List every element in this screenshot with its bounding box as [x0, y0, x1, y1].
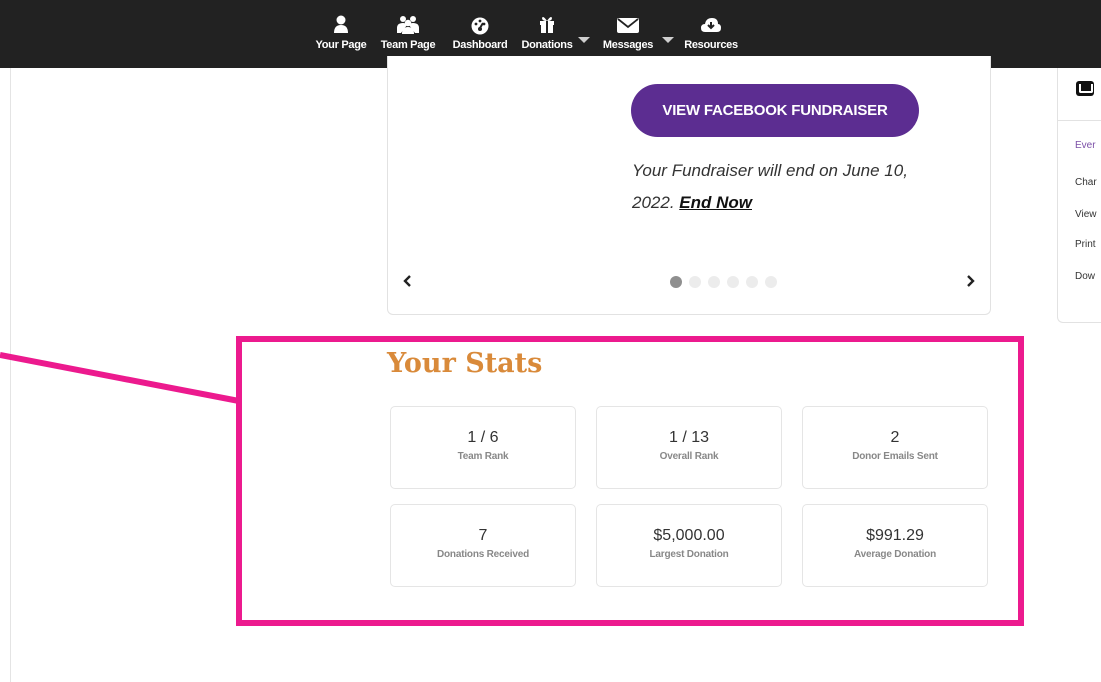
stat-label: Team Rank	[457, 451, 509, 462]
nav-your-page[interactable]: Your Page	[312, 14, 370, 62]
sidebar-link[interactable]: Print	[1075, 239, 1096, 250]
page: Your Page Team Page Dashboard Donations …	[0, 0, 1101, 682]
chevron-left-icon	[403, 275, 411, 287]
sidebar-link[interactable]: Char	[1075, 177, 1097, 188]
nav-donations[interactable]: Donations	[518, 14, 576, 62]
stat-value: 1 / 13	[668, 429, 710, 446]
stat-card-overall-rank: 1 / 13 Overall Rank	[596, 406, 782, 489]
envelope-icon[interactable]	[1076, 81, 1094, 96]
stat-value: $991.29	[866, 527, 924, 544]
carousel-dot[interactable]	[689, 276, 701, 288]
left-divider	[10, 68, 11, 682]
stat-card-team-rank: 1 / 6 Team Rank	[390, 406, 576, 489]
view-facebook-fundraiser-button[interactable]: VIEW FACEBOOK FUNDRAISER	[631, 84, 919, 137]
chevron-right-icon	[967, 275, 975, 287]
nav-label: Donations	[521, 39, 573, 51]
stat-value: 7	[478, 527, 488, 544]
stat-value: 1 / 6	[467, 429, 499, 446]
stat-label: Overall Rank	[659, 451, 719, 462]
sidebar-link[interactable]: View	[1075, 209, 1097, 220]
carousel-prev-button[interactable]	[401, 274, 415, 288]
people-icon	[397, 16, 419, 34]
stat-value: 2	[890, 429, 900, 446]
nav-label: Dashboard	[452, 39, 508, 51]
stat-card-average-donation: $991.29 Average Donation	[802, 504, 988, 587]
carousel-pagination	[670, 276, 777, 288]
stat-label: Donor Emails Sent	[852, 451, 938, 462]
stat-card-donor-emails: 2 Donor Emails Sent	[802, 406, 988, 489]
stat-card-donations-received: 7 Donations Received	[390, 504, 576, 587]
nav-dashboard[interactable]: Dashboard	[450, 14, 510, 62]
carousel-dot[interactable]	[765, 276, 777, 288]
nav-label: Resources	[684, 39, 738, 51]
donations-caret-icon[interactable]	[578, 37, 590, 43]
dashboard-icon	[471, 17, 489, 35]
carousel-dot[interactable]	[708, 276, 720, 288]
stat-label: Donations Received	[437, 549, 529, 560]
nav-label: Messages	[602, 39, 654, 51]
fundraiser-end-text: Your Fundraiser will end on June 10, 202…	[632, 161, 908, 212]
sidebar-divider	[1058, 120, 1101, 121]
stat-value: $5,000.00	[653, 527, 725, 544]
carousel-dot[interactable]	[670, 276, 682, 288]
fundraiser-end-notice: Your Fundraiser will end on June 10, 202…	[632, 155, 952, 219]
envelope-icon	[617, 18, 639, 33]
gift-icon	[540, 17, 554, 33]
stat-label: Largest Donation	[649, 549, 729, 560]
person-icon	[334, 15, 348, 33]
nav-messages[interactable]: Messages	[598, 14, 658, 62]
nav-team-page[interactable]: Team Page	[378, 14, 438, 62]
end-now-link[interactable]: End Now	[679, 193, 752, 212]
nav-label: Team Page	[380, 39, 436, 51]
nav-label: Your Page	[315, 39, 367, 51]
right-sidebar: Ever Char View Print Dow	[1057, 68, 1101, 323]
sidebar-link[interactable]: Dow	[1075, 271, 1095, 282]
stat-label: Average Donation	[853, 549, 936, 560]
carousel-dot[interactable]	[746, 276, 758, 288]
messages-caret-icon[interactable]	[662, 37, 674, 43]
stats-title: Your Stats	[387, 348, 543, 379]
carousel-next-button[interactable]	[963, 274, 977, 288]
stat-card-largest-donation: $5,000.00 Largest Donation	[596, 504, 782, 587]
carousel-dot[interactable]	[727, 276, 739, 288]
fundraiser-carousel: VIEW FACEBOOK FUNDRAISER Your Fundraiser…	[387, 56, 991, 315]
sidebar-link[interactable]: Ever	[1075, 140, 1096, 151]
cloud-download-icon	[701, 18, 721, 32]
nav-resources[interactable]: Resources	[682, 14, 740, 62]
